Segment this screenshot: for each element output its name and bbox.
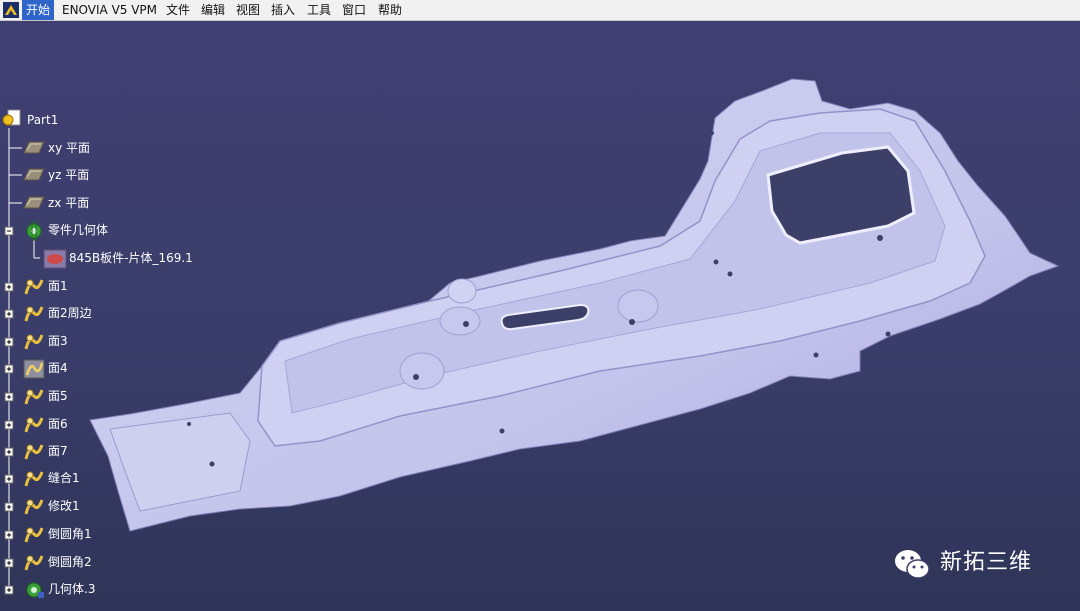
feature-icon bbox=[24, 334, 44, 350]
plane-icon bbox=[23, 141, 45, 154]
expand-icon bbox=[4, 585, 14, 595]
feature-icon bbox=[24, 499, 44, 515]
expand-icon bbox=[4, 282, 14, 292]
tree-plane-1[interactable]: yz 平面 bbox=[48, 167, 89, 183]
gear-body-icon bbox=[26, 221, 42, 241]
tree-feature-1[interactable]: 面2周边 bbox=[48, 305, 92, 321]
tree-feature-3[interactable]: 面4 bbox=[48, 360, 68, 376]
tree-root-label[interactable]: Part1 bbox=[27, 112, 58, 128]
menu-item-6[interactable]: 工具 bbox=[307, 0, 331, 20]
tree-body-child-label[interactable]: 845B板件-片体_169.1 bbox=[69, 250, 193, 266]
tree-feature-0[interactable]: 面1 bbox=[48, 278, 68, 294]
expand-icon bbox=[4, 558, 14, 568]
boss-4 bbox=[447, 278, 477, 304]
gear-body-icon bbox=[26, 582, 44, 598]
tree-plane-2[interactable]: zx 平面 bbox=[48, 195, 89, 211]
plane-icon bbox=[23, 168, 45, 181]
feature-icon bbox=[24, 306, 44, 322]
part-root-icon bbox=[2, 109, 21, 126]
menu-item-0[interactable]: 开始 bbox=[22, 0, 55, 20]
surface-icon bbox=[43, 249, 67, 269]
menu-item-7[interactable]: 窗口 bbox=[342, 0, 366, 20]
tree-feature-6[interactable]: 面7 bbox=[48, 443, 68, 459]
wechat-icon bbox=[895, 550, 930, 579]
expand-icon bbox=[4, 447, 14, 457]
expand-icon bbox=[4, 474, 14, 484]
plane-icon bbox=[23, 196, 45, 209]
feature-icon bbox=[24, 279, 44, 295]
menu-item-3[interactable]: 编辑 bbox=[201, 0, 225, 20]
feature-icon bbox=[24, 417, 44, 433]
boss-1 bbox=[399, 352, 445, 390]
menu-item-4[interactable]: 视图 bbox=[236, 0, 260, 20]
expand-icon bbox=[4, 502, 14, 512]
expand-icon bbox=[4, 420, 14, 430]
watermark-text: 新拓三维 bbox=[940, 550, 1033, 575]
menu-bar: 开始 ENOVIA V5 VPM 文件 编辑 视图 插入 工具 窗口 帮助 bbox=[0, 0, 1080, 21]
tree-feature-11[interactable]: 几何体.3 bbox=[48, 581, 95, 597]
tree-feature-8[interactable]: 修改1 bbox=[48, 498, 80, 514]
collapse-icon bbox=[4, 226, 14, 236]
expand-icon bbox=[4, 392, 14, 402]
expand-icon bbox=[4, 337, 14, 347]
tree-feature-5[interactable]: 面6 bbox=[48, 416, 68, 432]
menu-item-2[interactable]: 文件 bbox=[166, 0, 190, 20]
sheet-metal-part[interactable] bbox=[0, 21, 1080, 611]
tree-feature-2[interactable]: 面3 bbox=[48, 333, 68, 349]
menu-item-8[interactable]: 帮助 bbox=[378, 0, 402, 20]
expand-icon bbox=[4, 530, 14, 540]
tree-feature-7[interactable]: 缝合1 bbox=[48, 470, 80, 486]
feature-icon bbox=[24, 389, 44, 405]
tree-plane-0[interactable]: xy 平面 bbox=[48, 140, 90, 156]
tree-feature-4[interactable]: 面5 bbox=[48, 388, 68, 404]
expand-icon bbox=[4, 364, 14, 374]
boss-2 bbox=[439, 306, 481, 336]
feature-icon bbox=[23, 359, 45, 379]
feature-icon bbox=[24, 527, 44, 543]
boss-3 bbox=[617, 289, 659, 323]
expand-icon bbox=[4, 309, 14, 319]
menu-item-5[interactable]: 插入 bbox=[271, 0, 295, 20]
feature-icon bbox=[24, 444, 44, 460]
tree-feature-10[interactable]: 倒圆角2 bbox=[48, 554, 92, 570]
catia-logo-icon[interactable] bbox=[3, 2, 19, 18]
tree-body-label[interactable]: 零件几何体 bbox=[48, 222, 108, 238]
menu-item-1[interactable]: ENOVIA V5 VPM bbox=[62, 0, 157, 20]
feature-icon bbox=[24, 555, 44, 571]
feature-icon bbox=[24, 471, 44, 487]
tree-feature-9[interactable]: 倒圆角1 bbox=[48, 526, 92, 542]
